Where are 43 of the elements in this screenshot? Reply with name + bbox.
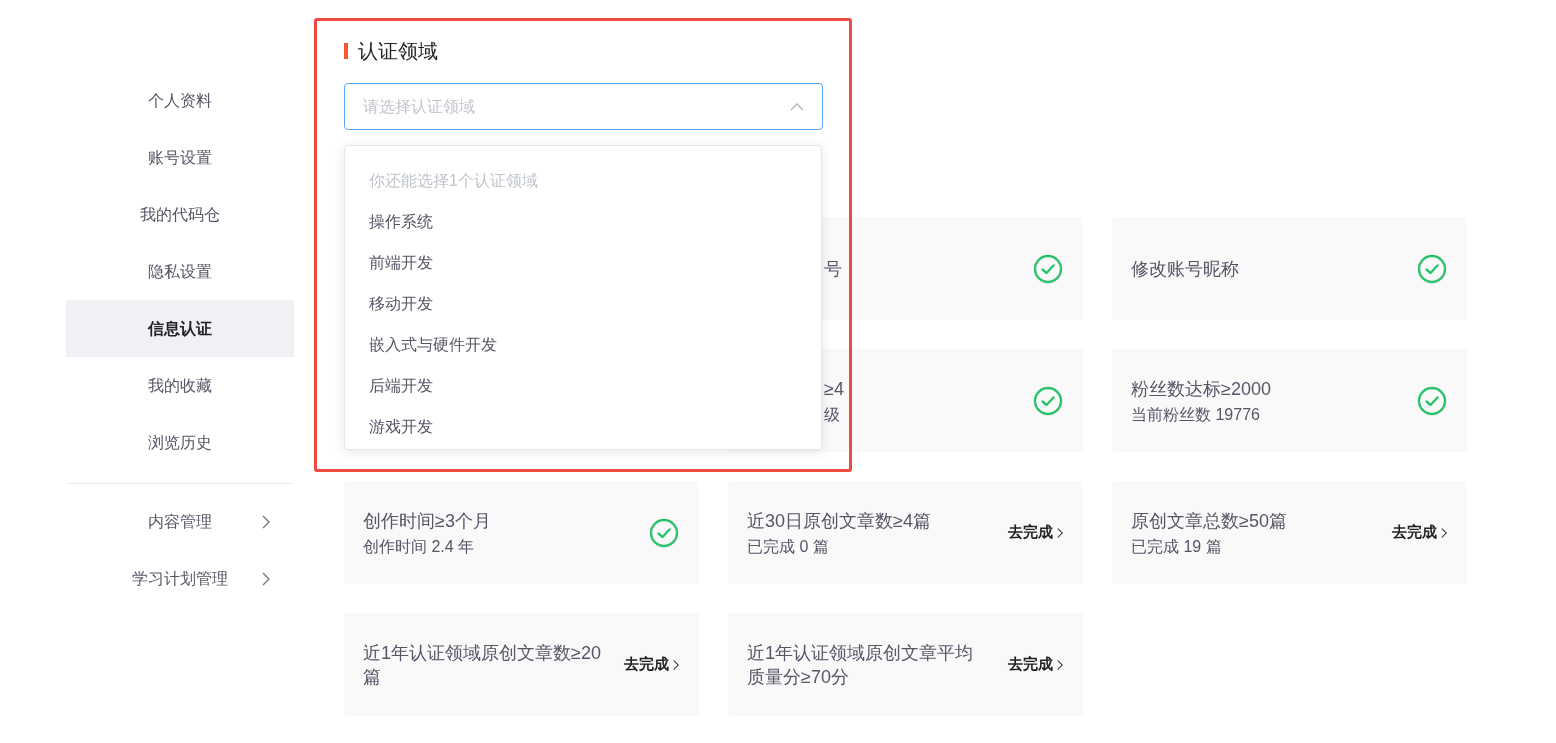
card-title: 创作时间≥3个月 bbox=[363, 509, 491, 533]
sidebar-item[interactable]: 账号设置 bbox=[66, 129, 294, 186]
dropdown-option[interactable]: 移动开发 bbox=[345, 283, 821, 324]
section-title: 认证领域 bbox=[358, 39, 438, 64]
dropdown-option[interactable]: 游戏开发 bbox=[345, 406, 821, 447]
complete-link[interactable]: 去完成 bbox=[1392, 521, 1447, 544]
complete-link[interactable]: 去完成 bbox=[1008, 653, 1063, 676]
card-title: 修改账号昵称 bbox=[1131, 257, 1239, 281]
chevron-icon bbox=[262, 571, 270, 586]
sidebar-group[interactable]: 内容管理 bbox=[66, 493, 294, 550]
chevron-icon bbox=[1057, 658, 1063, 671]
card-title: 近1年认证领域原创文章平均质量分≥70分 bbox=[747, 641, 974, 689]
card-title: 近30日原创文章数≥4篇 bbox=[747, 509, 931, 533]
chevron-icon bbox=[1441, 526, 1447, 539]
sidebar-item[interactable]: 信息认证 bbox=[66, 300, 294, 357]
sidebar-item[interactable]: 隐私设置 bbox=[66, 243, 294, 300]
chevron-icon bbox=[673, 658, 679, 671]
card-subtitle: 创作时间 2.4 年 bbox=[363, 536, 476, 557]
sidebar-item[interactable]: 我的收藏 bbox=[66, 357, 294, 414]
card-subtitle: 已完成 19 篇 bbox=[1131, 536, 1223, 557]
chevron-up-icon bbox=[790, 102, 804, 111]
card-title: 号 bbox=[824, 257, 842, 281]
dropdown-option[interactable]: 前端开发 bbox=[345, 242, 821, 283]
chevron-icon bbox=[1057, 526, 1063, 539]
sidebar-group[interactable]: 学习计划管理 bbox=[66, 550, 294, 607]
sidebar-item[interactable]: 我的代码仓 bbox=[66, 186, 294, 243]
title-accent-bar bbox=[344, 43, 348, 59]
complete-link[interactable]: 去完成 bbox=[624, 653, 679, 676]
card-title: 粉丝数达标≥2000 bbox=[1131, 377, 1271, 401]
dropdown-option[interactable]: 操作系统 bbox=[345, 201, 821, 242]
card-subtitle: 级 bbox=[824, 404, 841, 425]
card-subtitle: 已完成 0 篇 bbox=[747, 536, 830, 557]
dropdown-option[interactable]: 嵌入式与硬件开发 bbox=[345, 324, 821, 365]
card-title: 原创文章总数≥50篇 bbox=[1131, 509, 1287, 533]
dropdown-option[interactable]: 后端开发 bbox=[345, 365, 821, 406]
dropdown-hint: 你还能选择1个认证领域 bbox=[368, 170, 539, 191]
card-subtitle: 当前粉丝数 19776 bbox=[1131, 404, 1261, 425]
sidebar-item[interactable]: 个人资料 bbox=[66, 72, 294, 129]
card-title: 近1年认证领域原创文章数≥20篇 bbox=[363, 641, 602, 689]
complete-link[interactable]: 去完成 bbox=[1008, 521, 1063, 544]
sidebar-item[interactable]: 浏览历史 bbox=[66, 414, 294, 471]
card-title: ≥4 bbox=[824, 377, 844, 401]
chevron-icon bbox=[262, 514, 270, 529]
